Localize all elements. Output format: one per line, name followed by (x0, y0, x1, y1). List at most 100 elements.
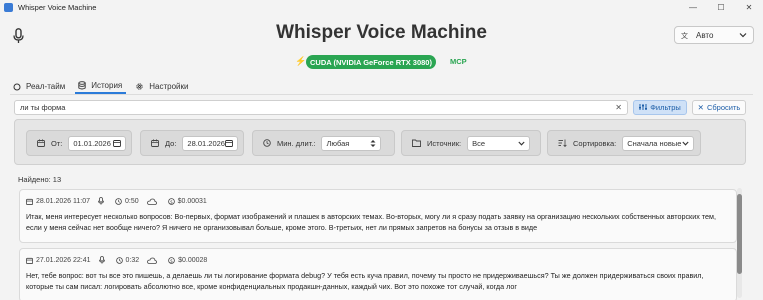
list-item[interactable]: 28.01.2026 11:07 0:50 $ $0.00031 Итак, м… (19, 189, 737, 243)
cloud-icon (147, 257, 158, 264)
min-duration-value: Любая (326, 138, 350, 148)
coin-icon: $ (168, 256, 175, 264)
cloud-icon (146, 198, 157, 205)
calendar-picker-icon[interactable] (113, 139, 121, 147)
mcp-label: MCP (450, 57, 467, 66)
card-text: Итак, меня интересует несколько вопросов… (26, 212, 716, 232)
chevron-down-icon (682, 141, 689, 146)
microphone-icon (98, 256, 105, 264)
close-icon: ✕ (697, 103, 704, 112)
filter-min-duration: Мин. длит.: Любая (252, 130, 395, 156)
filter-date-to: До: 28.01.2026 (140, 130, 244, 156)
card-cloud (146, 198, 160, 205)
filter-date-from: От: 01.01.2026 (26, 130, 132, 156)
calendar-picker-icon[interactable] (225, 139, 233, 147)
date-from-label: От: (51, 138, 63, 148)
translate-icon: 文 (681, 31, 688, 40)
tab-history-label: История (91, 81, 123, 90)
card-duration-value: 0:50 (124, 197, 139, 205)
source-label: Источник: (427, 138, 462, 148)
microphone-icon (98, 197, 104, 205)
tab-realtime[interactable]: Реал-тайм (10, 79, 69, 94)
card-text: Нет, тебе вопрос: вот ты все это пишешь,… (26, 271, 704, 291)
card-cost: $ $0.00028 (168, 257, 207, 264)
tab-settings[interactable]: Настройки (132, 79, 192, 94)
sort-value: Сначала новые (627, 138, 682, 148)
search-input[interactable] (20, 103, 616, 112)
search-box[interactable]: ✕ (14, 100, 628, 115)
bolt-icon: ⚡ (295, 56, 307, 66)
calendar-icon (26, 257, 33, 264)
clear-search-icon[interactable]: ✕ (615, 103, 622, 112)
coin-icon: $ (167, 197, 175, 205)
card-source (98, 197, 107, 205)
filters-button[interactable]: Фильтры (633, 100, 687, 115)
filter-panel: От: 01.01.2026 До: 28.01.2026 Мин. длит.… (14, 119, 746, 165)
sort-select[interactable]: Сначала новые (622, 135, 695, 151)
window-controls: — ☐ ✕ (679, 0, 763, 14)
window-title: Whisper Voice Machine (18, 2, 97, 12)
gear-icon (135, 82, 144, 91)
spin-arrows-icon[interactable] (370, 139, 376, 148)
card-duration: 0:32 (115, 256, 140, 264)
card-date-value: 27.01.2026 22:41 (36, 256, 91, 264)
maximize-button[interactable]: ☐ (707, 0, 735, 14)
card-duration: 0:50 (115, 198, 139, 205)
card-cost: $ $0.00031 (167, 197, 207, 205)
filter-sort: Сортировка: Сначала новые (547, 130, 701, 156)
date-to-value: 28.01.2026 (187, 138, 225, 148)
card-date-value: 28.01.2026 11:07 (36, 197, 90, 205)
language-select-value: Авто (696, 30, 714, 40)
sort-icon (558, 139, 567, 147)
filter-source: Источник: Все (401, 130, 541, 156)
reset-button[interactable]: ✕ Сбросить (692, 100, 746, 115)
source-select[interactable]: Все (467, 135, 531, 151)
reset-button-label: Сбросить (706, 103, 741, 112)
min-duration-spinbox[interactable]: Любая (321, 135, 382, 151)
list-item[interactable]: 27.01.2026 22:41 0:32 $ $0.00028 Нет, те… (19, 248, 737, 300)
clock-icon (115, 197, 122, 205)
calendar-icon (37, 139, 45, 147)
filters-button-label: Фильтры (650, 103, 681, 112)
card-date: 28.01.2026 11:07 (26, 198, 90, 205)
app-icon (4, 2, 13, 12)
clock-icon (263, 139, 271, 147)
calendar-icon (151, 139, 159, 147)
card-cloud (147, 257, 160, 264)
card-duration-value: 0:32 (125, 256, 140, 264)
card-meta: 28.01.2026 11:07 0:50 $ $0.00031 (26, 196, 736, 206)
clock-icon (115, 256, 123, 264)
results-scrollbar[interactable] (737, 188, 742, 298)
minimize-button[interactable]: — (679, 0, 707, 14)
tab-realtime-label: Реал-тайм (26, 82, 66, 91)
results-list: 28.01.2026 11:07 0:50 $ $0.00031 Итак, м… (14, 186, 748, 300)
device-row: ⚡ CUDA (NVIDIA GeForce RTX 3080) MCP (0, 55, 763, 69)
svg-text:$: $ (170, 258, 173, 264)
svg-text:$: $ (170, 199, 173, 205)
date-to-input[interactable]: 28.01.2026 (182, 135, 238, 151)
calendar-icon (26, 198, 33, 205)
card-cost-value: $0.00031 (177, 197, 207, 205)
sort-label: Сортировка: (573, 138, 617, 148)
svg-text:文: 文 (681, 31, 688, 40)
app-title: Whisper Voice Machine (276, 22, 487, 43)
tab-bar: Реал-тайм История Настройки (10, 79, 198, 94)
database-icon (78, 81, 86, 90)
chevron-down-icon (518, 141, 525, 146)
tabs-divider (10, 94, 753, 95)
card-cost-value: $0.00028 (178, 256, 208, 264)
language-select[interactable]: 文 Авто (674, 26, 754, 44)
results-count: Найдено: 13 (18, 175, 62, 184)
circle-icon (13, 83, 21, 91)
date-from-value: 01.01.2026 (73, 138, 111, 148)
date-to-label: До: (165, 138, 177, 148)
close-button[interactable]: ✕ (735, 0, 763, 14)
tab-history[interactable]: История (75, 79, 127, 94)
min-duration-label: Мин. длит.: (277, 138, 316, 148)
filter-sliders-icon (639, 103, 648, 113)
card-date: 27.01.2026 22:41 (26, 257, 91, 264)
scrollbar-thumb[interactable] (737, 194, 742, 274)
title-bar: Whisper Voice Machine — ☐ ✕ (0, 0, 763, 14)
card-meta: 27.01.2026 22:41 0:32 $ $0.00028 (26, 255, 736, 265)
date-from-input[interactable]: 01.01.2026 (68, 135, 126, 151)
